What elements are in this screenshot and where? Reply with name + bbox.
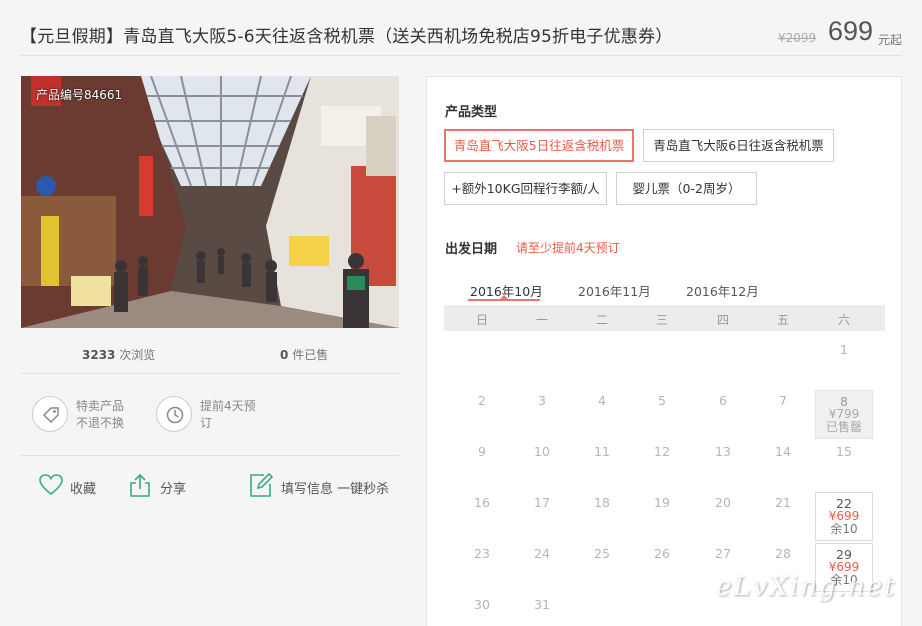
clock-icon [156, 396, 192, 432]
tab-month-nov[interactable]: 2016年11月 [578, 281, 651, 300]
calendar-day: 4 [598, 393, 606, 408]
tab-month-dec[interactable]: 2016年12月 [686, 281, 759, 300]
stats-bar: 3233 次浏览 0 件已售 [21, 340, 399, 374]
weekday-wed: 三 [655, 313, 668, 327]
day-remaining: 余10 [830, 522, 858, 536]
active-month-caret [499, 295, 509, 300]
departure-date-label: 出发日期 [445, 242, 498, 257]
weekday-thu: 四 [716, 313, 729, 327]
views-stat: 3233 次浏览 [82, 346, 155, 363]
sold-stat: 0 件已售 [280, 346, 328, 363]
feature-line2: 不退不换 [76, 416, 125, 430]
calendar-day: 9 [478, 444, 486, 459]
calendar-day: 24 [534, 546, 550, 561]
calendar-day: 20 [715, 495, 731, 510]
advance-booking-note: 请至少提前4天预订 [516, 241, 620, 255]
option-extra-baggage[interactable]: +额外10KG回程行李额/人 [444, 172, 607, 205]
calendar-day: 26 [654, 546, 670, 561]
calendar-day: 27 [715, 546, 731, 561]
feature-line1: 特卖产品 [76, 399, 125, 413]
views-label: 次浏览 [119, 348, 156, 362]
calendar-day: 2 [478, 393, 486, 408]
views-count: 3233 [82, 348, 116, 362]
share-button[interactable]: 分享 [128, 472, 198, 500]
calendar-day: 18 [594, 495, 610, 510]
weekday-sun: 日 [475, 313, 488, 327]
favorite-button[interactable]: 收藏 [38, 472, 108, 500]
option-infant-ticket[interactable]: 婴儿票（0-2周岁） [616, 172, 757, 205]
calendar-day: 13 [715, 444, 731, 459]
divider [21, 455, 399, 456]
calendar-day: 1 [840, 342, 848, 357]
fill-info-button[interactable]: 填写信息 一键秒杀 [248, 472, 393, 500]
weekday-header: 日 一 二 三 四 五 六 [444, 305, 885, 331]
calendar-day: 16 [474, 495, 490, 510]
feature-text: 提前4天预 订 [200, 398, 256, 432]
calendar-day: 7 [779, 393, 787, 408]
calendar-day: 28 [775, 546, 791, 561]
watermark: eLvXing.net [716, 572, 897, 602]
calendar-day: 3 [538, 393, 546, 408]
day-number: 29 [836, 547, 852, 562]
calendar-day: 5 [658, 393, 666, 408]
day-number: 8 [840, 394, 848, 409]
price-unit: 元起 [878, 33, 903, 47]
favorite-label: 收藏 [70, 482, 97, 497]
calendar-day: 14 [775, 444, 791, 459]
arcade-street-image [21, 76, 399, 328]
calendar-day: 23 [474, 546, 490, 561]
feature-text: 特卖产品 不退不换 [76, 398, 124, 432]
day-number: 22 [836, 496, 852, 511]
option-5day-ticket[interactable]: 青岛直飞大阪5日往返含税机票 [444, 129, 634, 162]
weekday-tue: 二 [595, 313, 608, 327]
title-bar: 【元旦假期】青岛直飞大阪5-6天往返含税机票（送关西机场免税店95折电子优惠券）… [20, 10, 902, 56]
product-number: 产品编号84661 [36, 88, 123, 102]
calendar-day: 11 [594, 444, 610, 459]
calendar-day: 19 [654, 495, 670, 510]
feature-line1: 提前4天预 [200, 399, 256, 413]
sold-out-label: 已售罄 [825, 420, 862, 434]
option-6day-ticket[interactable]: 青岛直飞大阪6日往返含税机票 [643, 129, 834, 162]
share-icon [130, 473, 150, 497]
calendar-day: 21 [775, 495, 791, 510]
weekday-sat: 六 [837, 313, 850, 327]
calendar-day: 10 [534, 444, 550, 459]
calendar-day: 25 [594, 546, 610, 561]
original-price: ¥2099 [778, 31, 817, 45]
calendar-day-soldout: 8 ¥799 已售罄 [815, 390, 873, 439]
sold-count: 0 [280, 348, 289, 362]
heart-icon [39, 474, 63, 496]
share-label: 分享 [160, 482, 187, 497]
weekday-fri: 五 [776, 313, 789, 327]
product-type-label: 产品类型 [445, 105, 498, 120]
feature-line2: 订 [200, 416, 213, 430]
calendar-day: 30 [474, 597, 490, 612]
calendar-day: 6 [719, 393, 727, 408]
calendar-day: 17 [534, 495, 550, 510]
day-price: ¥799 [828, 407, 860, 421]
sold-label: 件已售 [292, 348, 329, 362]
fill-info-label: 填写信息 一键秒杀 [281, 482, 390, 497]
calendar-day: 31 [534, 597, 550, 612]
calendar-day: 15 [836, 444, 852, 459]
product-title: 【元旦假期】青岛直飞大阪5-6天往返含税机票（送关西机场免税店95折电子优惠券） [20, 27, 673, 47]
product-photo[interactable] [21, 76, 399, 328]
calendar-day: 12 [654, 444, 670, 459]
calendar-day-available[interactable]: 22 ¥699 余10 [815, 492, 873, 541]
weekday-mon: 一 [535, 313, 548, 327]
edit-icon [250, 472, 274, 497]
tag-icon [32, 396, 68, 432]
current-price: 699 [828, 16, 874, 46]
